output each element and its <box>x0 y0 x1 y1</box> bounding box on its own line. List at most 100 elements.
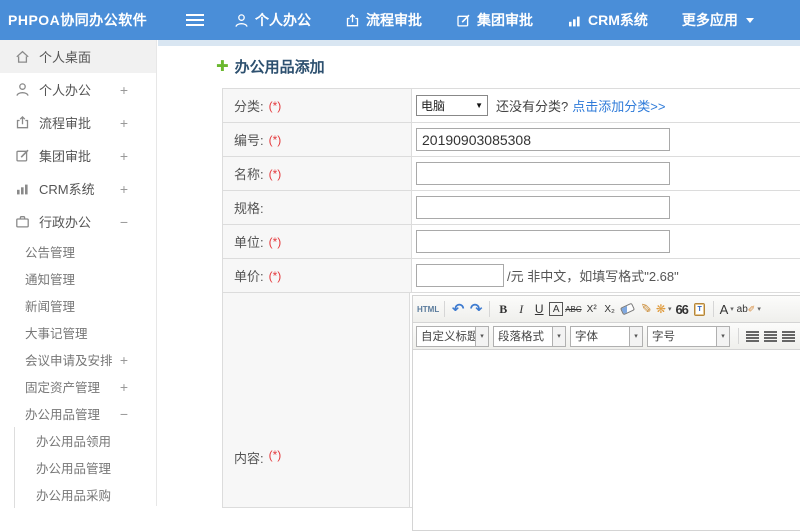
sidebar-item-label: 个人办公 <box>39 80 91 99</box>
sidebar-item-events-mgmt[interactable]: 大事记管理 <box>0 319 156 346</box>
sidebar-subitem-label: 办公用品管理 <box>36 458 111 477</box>
format-painter-button[interactable]: ✐ <box>638 299 654 320</box>
sidebar-item-notice-mgmt[interactable]: 通知管理 <box>0 265 156 292</box>
price-input[interactable] <box>416 264 504 287</box>
nav-workflow-approval[interactable]: 流程审批 <box>345 10 422 30</box>
nav-personal-office[interactable]: 个人办公 <box>234 10 311 30</box>
sidebar-item-personal-office[interactable]: 个人办公 + <box>0 73 156 106</box>
edit-icon <box>456 13 471 28</box>
expand-plus-icon[interactable]: + <box>120 352 128 368</box>
blockquote-button[interactable]: 66 <box>674 299 690 320</box>
add-category-link[interactable]: 点击添加分类>> <box>572 96 665 115</box>
form-row-spec: 规格: <box>222 191 800 225</box>
hamburger-menu-icon[interactable] <box>186 14 204 26</box>
category-select[interactable]: 电脑 ▼ <box>416 95 488 116</box>
html-source-button[interactable]: HTML <box>417 299 439 320</box>
expand-plus-icon[interactable]: + <box>120 115 128 131</box>
sidebar-subitem-label: 办公用品采购 <box>36 485 111 504</box>
sidebar-item-label: 个人桌面 <box>39 47 91 66</box>
sidebar-item-crm[interactable]: CRM系统 + <box>0 172 156 205</box>
toolbar-separator <box>713 301 714 317</box>
form-row-category: 分类: (*) 电脑 ▼ 还没有分类? 点击添加分类>> <box>222 89 800 123</box>
main-content: ✚ 办公用品添加 分类: (*) 电脑 ▼ 还没有分类? 点击添加分类>> 编号… <box>158 40 800 506</box>
align-center-button[interactable] <box>762 326 778 347</box>
spec-input[interactable] <box>416 196 670 219</box>
align-center-icon <box>764 331 777 342</box>
chart-icon <box>15 181 30 196</box>
sidebar-item-admin-office[interactable]: 行政办公 − <box>0 205 156 238</box>
sidebar-subitem-label: 公告管理 <box>25 242 75 261</box>
sidebar-subitem-label: 办公用品管理 <box>25 404 100 423</box>
editor-content-area[interactable] <box>413 350 800 530</box>
nav-label: 流程审批 <box>366 10 422 30</box>
required-marker: (*) <box>269 269 282 283</box>
char-border-button[interactable]: A <box>549 302 563 316</box>
expand-plus-icon[interactable]: + <box>120 148 128 164</box>
sidebar-item-fixed-assets-mgmt[interactable]: 固定资产管理 + <box>0 373 156 400</box>
paragraph-format-select[interactable]: 段落格式▾ <box>493 326 566 347</box>
undo-button[interactable]: ↶ <box>450 299 466 320</box>
caret-down-icon: ▾ <box>629 327 642 346</box>
underline-button[interactable]: U <box>531 299 547 320</box>
strikethrough-button[interactable]: ABC <box>565 299 581 320</box>
sidebar-item-workflow-approval[interactable]: 流程审批 + <box>0 106 156 139</box>
paste-plain-button[interactable]: T <box>692 299 708 320</box>
sidebar-item-news-mgmt[interactable]: 新闻管理 <box>0 292 156 319</box>
name-input[interactable] <box>416 162 670 185</box>
collapse-minus-icon[interactable]: − <box>120 406 128 422</box>
page-title-text: 办公用品添加 <box>235 56 325 77</box>
nav-more-apps[interactable]: 更多应用 <box>682 10 754 30</box>
select-label: 自定义标题 <box>417 328 475 344</box>
sidebar-item-supplies-purchase[interactable]: 办公用品采购 <box>15 481 156 508</box>
field-label: 内容: (*) <box>223 293 410 507</box>
sidebar-item-meeting-mgmt[interactable]: 会议申请及安排 + <box>0 346 156 373</box>
nav-group-approval[interactable]: 集团审批 <box>456 10 533 30</box>
sidebar-item-supplies-claim[interactable]: 办公用品领用 <box>15 427 156 454</box>
form-row-content: 内容: (*) HTML ↶ ↷ B I U A ABC <box>222 293 800 508</box>
sidebar-item-personal-desktop[interactable]: 个人桌面 <box>0 40 156 73</box>
caret-down-icon: ▾ <box>716 327 729 346</box>
price-format-hint: /元 非中文，如填写格式"2.68" <box>507 266 679 285</box>
expand-plus-icon[interactable]: + <box>120 379 128 395</box>
remove-format-button[interactable] <box>620 299 636 320</box>
redo-button[interactable]: ↷ <box>468 299 484 320</box>
sidebar-item-announcement-mgmt[interactable]: 公告管理 <box>0 238 156 265</box>
label-text: 规格: <box>234 198 264 217</box>
app-logo: PHPOA协同办公软件 <box>0 10 186 30</box>
sidebar-item-supplies-manage[interactable]: 办公用品管理 <box>15 454 156 481</box>
autoformat-button[interactable]: ❋▾ <box>656 299 672 320</box>
expand-plus-icon[interactable]: + <box>120 82 128 98</box>
superscript-button[interactable]: X² <box>584 299 600 320</box>
top-nav: 个人办公 流程审批 集团审批 CRM系统 更多应用 <box>234 10 788 30</box>
nav-crm-system[interactable]: CRM系统 <box>567 10 648 30</box>
highlight-color-button[interactable]: ab✐▾ <box>737 299 761 320</box>
align-left-button[interactable] <box>744 326 760 347</box>
italic-button[interactable]: I <box>513 299 529 320</box>
bold-button[interactable]: B <box>495 299 511 320</box>
align-right-button[interactable] <box>780 326 796 347</box>
expand-plus-icon[interactable]: + <box>120 181 128 197</box>
font-family-select[interactable]: 字体▾ <box>570 326 643 347</box>
custom-title-select[interactable]: 自定义标题▾ <box>416 326 489 347</box>
person-icon <box>234 13 249 28</box>
caret-down-icon: ▾ <box>668 305 672 313</box>
code-input[interactable] <box>416 128 670 151</box>
subscript-button[interactable]: X₂ <box>602 299 618 320</box>
field-value <box>412 225 800 258</box>
font-color-button[interactable]: A▾ <box>719 299 735 320</box>
clipboard-t: T <box>696 305 703 314</box>
highlight-ab: ab <box>737 304 748 315</box>
sidebar-item-office-supplies-mgmt[interactable]: 办公用品管理 − <box>0 400 156 427</box>
nav-label: CRM系统 <box>588 10 648 30</box>
font-size-select[interactable]: 字号▾ <box>647 326 730 347</box>
field-value <box>412 191 800 224</box>
collapse-minus-icon[interactable]: − <box>120 214 128 230</box>
pen-icon: ✐ <box>748 304 756 315</box>
header-divider-strip <box>158 40 800 46</box>
required-marker: (*) <box>269 448 282 462</box>
label-text: 名称: <box>234 164 264 183</box>
sidebar-item-group-approval[interactable]: 集团审批 + <box>0 139 156 172</box>
home-icon <box>15 49 30 64</box>
unit-input[interactable] <box>416 230 670 253</box>
sidebar-subitem-label: 通知管理 <box>25 269 75 288</box>
